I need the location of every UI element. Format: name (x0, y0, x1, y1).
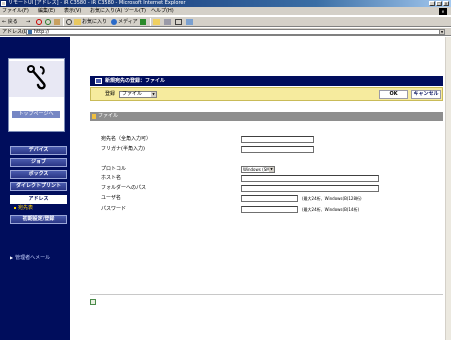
registration-type-value: ファイル (122, 91, 143, 97)
home-icon[interactable] (54, 19, 60, 25)
close-button[interactable]: × (443, 1, 449, 6)
hostname-label: ホスト名 (101, 175, 122, 181)
section-title: ファイル (98, 113, 119, 119)
protocol-select[interactable]: Windows (SMB) ▼ (241, 166, 275, 173)
nav-device-button[interactable]: デバイス (10, 146, 67, 155)
print-icon[interactable] (164, 19, 171, 25)
window-controls: _ □ × (429, 1, 449, 6)
document-icon (90, 299, 96, 305)
menu-tools[interactable]: ツール(T) (124, 7, 146, 16)
username-hint: (最大24桁、Windows(B)128桁) (302, 196, 362, 201)
nav-job-button[interactable]: ジョブ (10, 158, 67, 167)
minimize-button[interactable]: _ (429, 1, 435, 6)
address-book-icon (95, 78, 102, 84)
chevron-down-icon[interactable]: ▼ (151, 92, 156, 97)
cancel-button[interactable]: キャンセル (411, 90, 441, 99)
vertical-scrollbar[interactable] (445, 37, 451, 340)
favorites-button[interactable]: お気に入り (82, 18, 107, 26)
hostname-input[interactable] (241, 175, 379, 182)
mail-icon[interactable] (153, 19, 160, 25)
menu-file[interactable]: ファイル(F) (2, 7, 29, 16)
nav-direct-print-button[interactable]: ダイレクトプリント (10, 182, 67, 191)
section-header: ファイル (90, 112, 443, 121)
admin-mail-link[interactable]: ▶ 管理者へメール (10, 255, 50, 261)
registration-label: 登録 (105, 91, 116, 97)
name-input[interactable] (241, 136, 314, 143)
chevron-down-icon[interactable]: ▼ (269, 167, 274, 172)
nav-address-button[interactable]: アドレス (10, 195, 67, 204)
bullet-icon (14, 206, 16, 209)
media-button[interactable]: メディア (118, 18, 138, 26)
ok-button[interactable]: OK (379, 90, 408, 99)
logo-box[interactable]: トップページへ (8, 58, 65, 132)
username-label: ユーザ名 (101, 195, 121, 201)
menu-view[interactable]: 表示(V) (64, 7, 81, 16)
favorites-icon[interactable] (74, 19, 81, 25)
bottom-divider (90, 294, 443, 295)
nav-initial-settings-button[interactable]: 初期設定/登録 (10, 215, 67, 224)
name-label: 宛先名（全角入力可） (101, 136, 152, 142)
refresh-icon[interactable] (45, 19, 51, 25)
nav-address-list[interactable]: 宛先表 (14, 205, 33, 211)
action-bar: 登録 ファイル ▼ OK キャンセル (90, 87, 443, 101)
stop-icon[interactable] (36, 19, 42, 25)
address-url[interactable]: http:// (34, 30, 49, 35)
edit-icon[interactable] (175, 19, 182, 25)
search-icon[interactable] (66, 19, 72, 25)
password-hint: (最大24桁、Windows(B)14桁) (302, 207, 360, 212)
address-input[interactable]: http:// ▼ (26, 29, 445, 35)
forward-button[interactable]: → (26, 18, 30, 26)
admin-mail-label: 管理者へメール (15, 255, 51, 261)
browser-toolbar: ← 戻る → お気に入り メディア (0, 17, 451, 27)
protocol-label: プロトコル (101, 166, 127, 172)
remote-ui-logo-icon (27, 64, 46, 90)
username-input[interactable] (241, 195, 298, 202)
maximize-button[interactable]: □ (436, 1, 442, 6)
menu-help[interactable]: ヘルプ(H) (151, 7, 174, 16)
ie-icon (1, 1, 6, 6)
discuss-icon[interactable] (186, 19, 193, 25)
folder-path-input[interactable] (241, 185, 379, 192)
furigana-label: フリガナ(半角入力) (101, 146, 145, 152)
page-title-bar: 新規宛先の登録：ファイル (90, 76, 443, 86)
logo-background (9, 61, 64, 97)
folder-path-label: フォルダーへのパス (101, 185, 147, 191)
sidebar: トップページへ デバイス ジョブ ボックス ダイレクトプリント アドレス 宛先表… (0, 37, 70, 340)
password-input[interactable] (241, 206, 298, 213)
history-icon[interactable] (140, 19, 146, 25)
ie-throbber-icon: e (439, 8, 447, 15)
media-icon[interactable] (111, 19, 117, 25)
toolbar-separator (63, 18, 64, 26)
address-dropdown-icon[interactable]: ▼ (439, 30, 444, 34)
triangle-right-icon: ▶ (10, 255, 14, 260)
menu-bar: ファイル(F) 編集(E) 表示(V) お気に入り(A) ツール(T) ヘルプ(… (0, 7, 451, 16)
page-content: トップページへ デバイス ジョブ ボックス ダイレクトプリント アドレス 宛先表… (0, 37, 451, 340)
back-button[interactable]: ← 戻る (2, 18, 18, 26)
nav-box-button[interactable]: ボックス (10, 170, 67, 179)
furigana-input[interactable] (241, 146, 314, 153)
nav-address-list-label: 宛先表 (18, 205, 34, 211)
folder-icon (92, 114, 96, 119)
top-page-link[interactable]: トップページへ (12, 111, 60, 118)
registration-type-select[interactable]: ファイル ▼ (119, 91, 157, 98)
window-title: リモートUI [アドレス] - iR C3580 - iR C3580 - Mi… (8, 0, 186, 6)
menu-edit[interactable]: 編集(E) (38, 7, 55, 16)
menu-favorites[interactable]: お気に入り(A) (90, 7, 122, 16)
window-titlebar: リモートUI [アドレス] - iR C3580 - iR C3580 - Mi… (0, 0, 451, 7)
password-label: パスワード (101, 206, 127, 212)
address-bar: アドレス(D) http:// ▼ (0, 28, 451, 36)
toolbar-separator (150, 18, 151, 26)
page-title: 新規宛先の登録：ファイル (105, 78, 166, 84)
page-icon (28, 30, 32, 34)
